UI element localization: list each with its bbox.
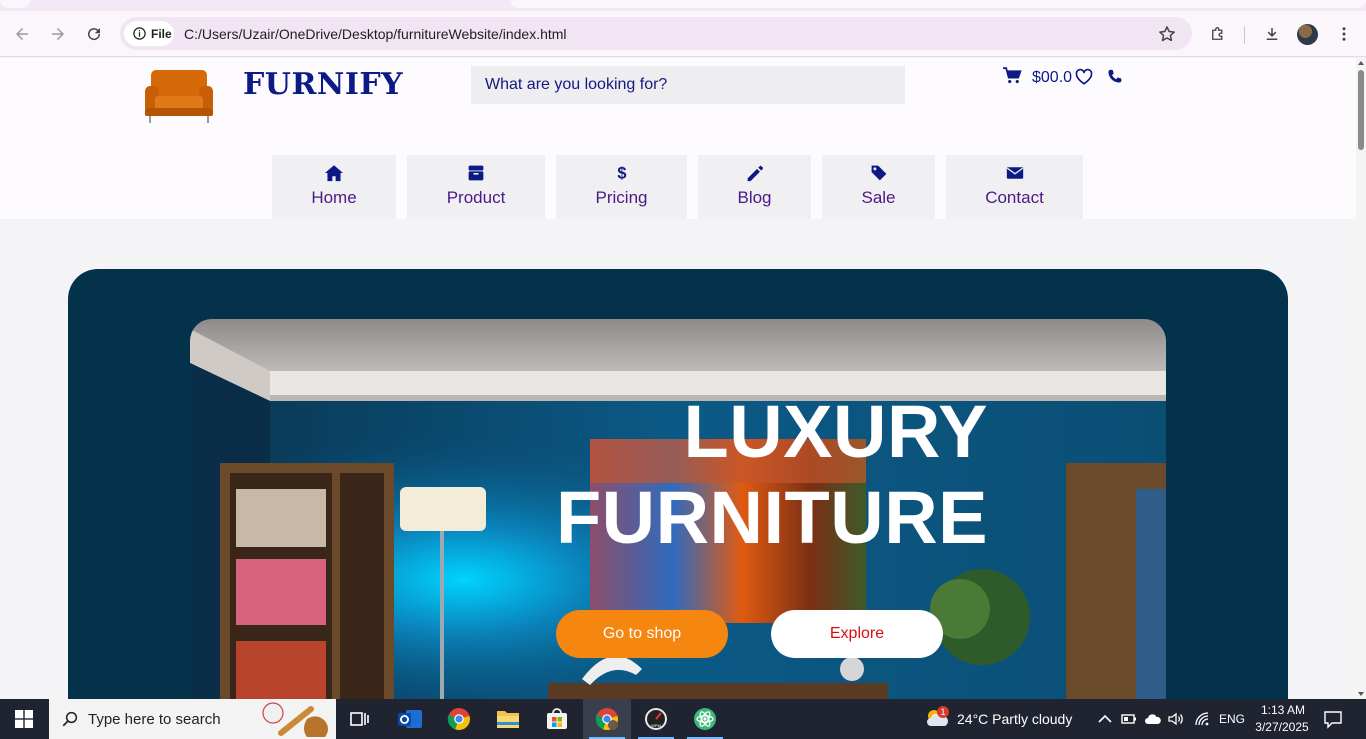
reload-button[interactable]	[79, 19, 109, 49]
taskbar-chrome-active[interactable]	[583, 699, 631, 739]
clock-date[interactable]: 3/27/2025	[1254, 720, 1310, 734]
nav-contact[interactable]: Contact	[946, 155, 1083, 219]
taskbar-outlook[interactable]	[386, 699, 434, 739]
taskbar-typing-app[interactable]: WPM	[632, 699, 680, 739]
browser-tab[interactable]	[511, 0, 1366, 8]
armchair-logo-icon[interactable]	[143, 68, 215, 124]
folder-icon	[497, 711, 519, 728]
windows-logo-icon	[15, 710, 33, 728]
hero-title-line: LUXURY	[683, 390, 988, 473]
bookmark-star-icon[interactable]	[1157, 24, 1177, 44]
svg-text:$: $	[617, 165, 626, 182]
reload-icon	[88, 28, 101, 41]
nav-product[interactable]: Product	[407, 155, 545, 219]
nav-label: Pricing	[595, 188, 648, 207]
download-icon	[1266, 28, 1278, 40]
explore-button[interactable]: Explore	[771, 610, 943, 658]
taskbar-atom-app[interactable]	[681, 699, 729, 739]
windows-taskbar: Type here to search WPM 1 24°C Partly cl…	[0, 699, 1366, 739]
atom-icon	[694, 708, 716, 730]
taskbar-store[interactable]	[533, 699, 581, 739]
taskbar-chrome[interactable]	[435, 699, 483, 739]
taskbar-search-box[interactable]: Type here to search	[49, 699, 336, 739]
clock-time[interactable]: 1:13 AM	[1258, 703, 1308, 717]
input-language[interactable]: ENG	[1219, 712, 1245, 726]
onedrive-cloud-icon[interactable]	[1144, 710, 1162, 728]
brand-name[interactable]: FURNIFY	[243, 67, 403, 102]
nav-label: Sale	[861, 188, 896, 207]
box-icon	[468, 165, 484, 181]
site-header: FURNIFY $00.0 Home Product $ Pricing Blo…	[0, 58, 1356, 219]
web-page: FURNIFY $00.0 Home Product $ Pricing Blo…	[0, 58, 1356, 699]
hero-banner: LUXURY FURNITURE Go to shop Explore	[68, 269, 1288, 699]
forward-button[interactable]	[43, 19, 73, 49]
store-bag-icon	[547, 708, 567, 729]
info-icon	[133, 27, 146, 40]
page-scrollbar[interactable]	[1356, 58, 1366, 699]
baseball-bat-glove-icon	[262, 702, 328, 737]
browser-menu-button[interactable]	[1329, 19, 1359, 49]
start-button[interactable]	[0, 699, 48, 739]
extensions-button[interactable]	[1203, 19, 1233, 49]
phone-icon[interactable]	[1106, 68, 1123, 85]
nav-label: Product	[446, 188, 506, 207]
arrow-left-icon	[16, 28, 28, 40]
notification-icon[interactable]	[1323, 709, 1343, 729]
toolbar-divider	[1244, 26, 1245, 44]
svg-text:WPM: WPM	[651, 723, 661, 728]
taskbar-file-explorer[interactable]	[484, 699, 532, 739]
dollar-icon: $	[617, 165, 626, 182]
nav-pricing[interactable]: $ Pricing	[556, 155, 687, 219]
cart-total[interactable]: $00.0	[1032, 69, 1072, 87]
speaker-icon[interactable]	[1167, 710, 1185, 728]
nav-label: Blog	[737, 188, 772, 207]
site-info-chip[interactable]: File	[124, 21, 174, 46]
hero-title-line: FURNITURE	[555, 476, 988, 559]
nav-sale[interactable]: Sale	[822, 155, 935, 219]
home-icon	[325, 165, 343, 182]
scroll-up-arrow-icon[interactable]	[1358, 60, 1364, 66]
nav-blog[interactable]: Blog	[698, 155, 811, 219]
search-icon	[62, 711, 78, 727]
heart-icon[interactable]	[1075, 68, 1093, 86]
downloads-button[interactable]	[1257, 19, 1287, 49]
go-to-shop-button[interactable]: Go to shop	[556, 610, 728, 658]
browser-toolbar: File C:/Users/Uzair/OneDrive/Desktop/fur…	[0, 11, 1366, 57]
nav-label: Home	[311, 188, 357, 207]
wifi-icon[interactable]	[1193, 710, 1211, 728]
pencil-icon	[747, 165, 763, 182]
kebab-menu-icon	[1342, 27, 1346, 41]
url-text[interactable]: C:/Users/Uzair/OneDrive/Desktop/furnitur…	[184, 26, 567, 42]
battery-icon[interactable]	[1120, 710, 1138, 728]
nav-home[interactable]: Home	[272, 155, 396, 219]
address-bar[interactable]: File C:/Users/Uzair/OneDrive/Desktop/fur…	[120, 17, 1192, 50]
chrome-profile-icon	[595, 708, 618, 731]
chevron-up-icon[interactable]	[1096, 710, 1114, 728]
chip-label: File	[151, 26, 172, 41]
browser-tab[interactable]	[0, 0, 30, 8]
tag-icon	[871, 165, 886, 181]
browser-tab-strip	[0, 0, 1366, 11]
site-search-input[interactable]	[471, 66, 905, 104]
task-view-icon	[350, 712, 369, 726]
taskbar-search-placeholder: Type here to search	[88, 711, 221, 728]
scroll-down-arrow-icon[interactable]	[1358, 691, 1364, 697]
nav-label: Contact	[985, 188, 1044, 207]
puzzle-icon	[1212, 27, 1223, 40]
outlook-icon	[398, 710, 422, 728]
weather-alert-badge: 1	[937, 706, 949, 718]
envelope-icon	[1006, 167, 1023, 179]
speedometer-icon: WPM	[645, 708, 667, 730]
weather-text[interactable]: 24°C Partly cloudy	[957, 711, 1072, 727]
arrow-right-icon	[52, 28, 64, 40]
profile-avatar[interactable]	[1297, 24, 1318, 45]
hero-title: LUXURY FURNITURE	[548, 389, 988, 561]
back-button[interactable]	[7, 19, 37, 49]
shopping-cart-icon[interactable]	[1003, 67, 1022, 85]
scroll-thumb[interactable]	[1358, 70, 1364, 150]
chrome-icon	[447, 708, 470, 731]
task-view-button[interactable]	[336, 699, 384, 739]
